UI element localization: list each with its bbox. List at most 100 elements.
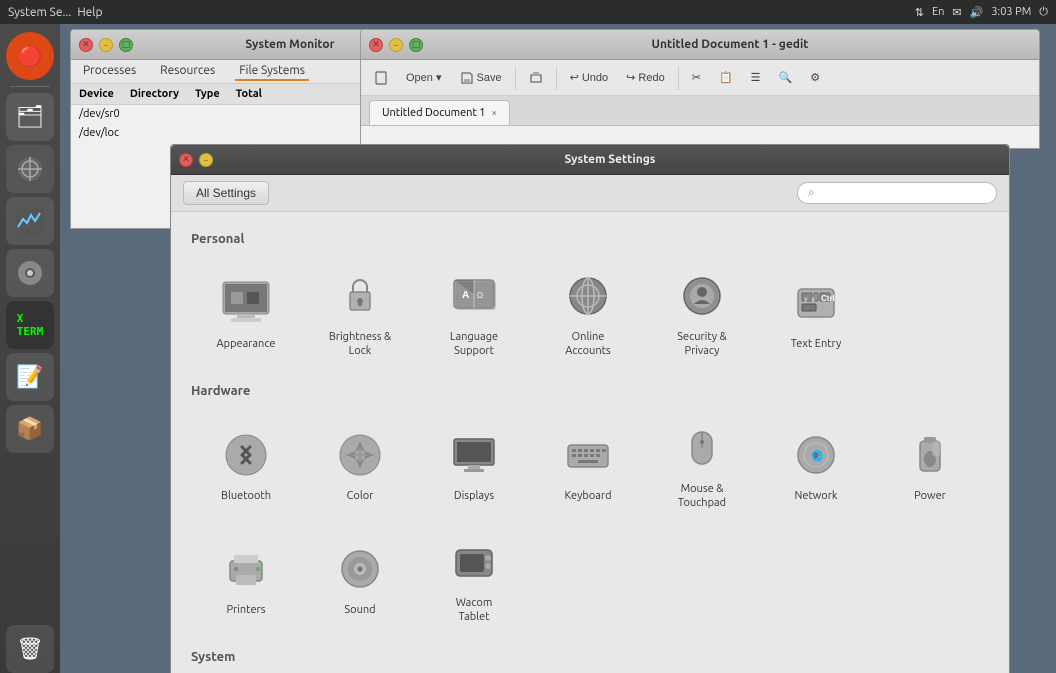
open-button[interactable]: Open ▾ — [399, 67, 449, 88]
printers-item[interactable]: Printers — [191, 524, 301, 634]
trash-icon[interactable]: 🗑 — [6, 625, 54, 673]
archive-icon[interactable]: 📦 — [6, 405, 54, 453]
untitled-tab[interactable]: Untitled Document 1 × — [369, 100, 510, 125]
mouse-touchpad-label: Mouse &Touchpad — [678, 482, 726, 511]
processes-tab[interactable]: Processes — [79, 62, 140, 81]
bluetooth-label: Bluetooth — [221, 489, 271, 503]
wacom-tablet-icon — [446, 534, 502, 590]
ubuntu-logo[interactable]: 🔴 — [6, 32, 54, 80]
clock: 3:03 PM — [991, 6, 1031, 18]
svg-text:Ω: Ω — [477, 291, 483, 300]
appearance-label: Appearance — [217, 337, 276, 351]
network-item[interactable]: 🌐 Network — [761, 410, 871, 520]
settings-button[interactable]: ⚙ — [803, 67, 827, 88]
gedit-toolbar: Open ▾ Save ↩ Undo ↪ Redo ✂ 📋 ☰ 🔍 ⚙ — [361, 60, 1039, 96]
activity-monitor-icon[interactable] — [6, 197, 54, 245]
settings-min-button[interactable]: − — [199, 153, 213, 167]
color-item[interactable]: Color — [305, 410, 415, 520]
hardware-grid: Bluetooth Color — [191, 410, 989, 520]
redo-button[interactable]: ↪ Redo — [619, 67, 672, 88]
taskbar-right: ⇅ En ✉ 🔊 3:03 PM ⏻ — [915, 6, 1048, 19]
search-input[interactable] — [821, 186, 981, 200]
appearance-icon — [218, 275, 274, 331]
taskbar-help-menu[interactable]: Help — [77, 6, 102, 19]
svg-text:A: A — [462, 290, 469, 301]
chrome-icon[interactable] — [6, 249, 54, 297]
gedit-min-button[interactable]: − — [389, 38, 403, 52]
svg-text:y x: y x — [804, 296, 815, 303]
cut-button[interactable]: ✂ — [685, 67, 708, 88]
search-icon: ⌕ — [808, 186, 815, 200]
settings-close-button[interactable]: ✕ — [179, 153, 193, 167]
brightness-lock-label: Brightness &Lock — [329, 330, 391, 359]
language-indicator[interactable]: En — [932, 6, 944, 18]
taskbar-system-menu[interactable]: System Se... — [8, 6, 71, 19]
appearance-item[interactable]: Appearance — [191, 258, 301, 368]
settings-toolbar: All Settings ⌕ — [171, 175, 1009, 212]
gedit-close-button[interactable]: ✕ — [369, 38, 383, 52]
sound-label: Sound — [344, 603, 375, 617]
hardware-section-title: Hardware — [191, 384, 989, 398]
type-col[interactable]: Type — [195, 88, 220, 100]
sidebar-divider-1 — [10, 86, 50, 87]
keyboard-item[interactable]: Keyboard — [533, 410, 643, 520]
bluetooth-icon — [218, 427, 274, 483]
keyboard-indicator[interactable]: ⇅ — [915, 6, 924, 19]
browser-icon[interactable] — [6, 145, 54, 193]
close-button[interactable]: ✕ — [79, 38, 93, 52]
online-accounts-item[interactable]: OnlineAccounts — [533, 258, 643, 368]
undo-button[interactable]: ↩ Undo — [563, 67, 616, 88]
resources-tab[interactable]: Resources — [156, 62, 219, 81]
save-button[interactable]: Save — [453, 67, 509, 89]
gedit-max-button[interactable]: □ — [409, 38, 423, 52]
toolbar-sep-1 — [515, 66, 516, 90]
wacom-tablet-item[interactable]: WacomTablet — [419, 524, 529, 634]
search-box: ⌕ — [797, 182, 997, 204]
mail-indicator[interactable]: ✉ — [952, 6, 961, 19]
toolbar-sep-3 — [678, 66, 679, 90]
settings-title: System Settings — [219, 153, 1001, 166]
mouse-touchpad-item[interactable]: Mouse &Touchpad — [647, 410, 757, 520]
taskbar: System Se... Help ⇅ En ✉ 🔊 3:03 PM ⏻ — [0, 0, 1056, 24]
copy-button[interactable]: 📋 — [712, 67, 740, 88]
security-privacy-item[interactable]: Security &Privacy — [647, 258, 757, 368]
directory-col[interactable]: Directory — [130, 88, 179, 100]
text-entry-item[interactable]: y x Ctrl Text Entry — [761, 258, 871, 368]
online-accounts-label: OnlineAccounts — [565, 330, 610, 359]
power-indicator[interactable]: ⏻ — [1039, 6, 1048, 19]
file-systems-tab[interactable]: File Systems — [235, 62, 309, 81]
toolbar-sep-2 — [556, 66, 557, 90]
unity-sidebar: 🔴 🗂 XTERM 📝 📦 🗑 — [0, 24, 60, 673]
gedit-titlebar: ✕ − □ Untitled Document 1 - gedit — [361, 30, 1039, 60]
desktop: ✕ − □ System Monitor Processes Resources… — [60, 24, 1056, 673]
total-col[interactable]: Total — [236, 88, 262, 100]
settings-titlebar: ✕ − System Settings — [171, 145, 1009, 175]
search-button[interactable]: 🔍 — [772, 67, 800, 88]
minimize-button[interactable]: − — [99, 38, 113, 52]
displays-item[interactable]: Displays — [419, 410, 529, 520]
menu-button[interactable]: ☰ — [744, 67, 768, 88]
volume-indicator[interactable]: 🔊 — [970, 6, 984, 19]
brightness-lock-item[interactable]: Brightness &Lock — [305, 258, 415, 368]
power-label: Power — [914, 489, 946, 503]
language-support-label: LanguageSupport — [450, 330, 498, 359]
keyboard-label: Keyboard — [564, 489, 611, 503]
sound-item[interactable]: Sound — [305, 524, 415, 634]
displays-icon — [446, 427, 502, 483]
maximize-button[interactable]: □ — [119, 38, 133, 52]
notes-icon[interactable]: 📝 — [6, 353, 54, 401]
wacom-tablet-label: WacomTablet — [456, 596, 493, 625]
hardware-grid-2: Printers Sound — [191, 524, 989, 634]
all-settings-button[interactable]: All Settings — [183, 181, 269, 205]
files-icon[interactable]: 🗂 — [6, 93, 54, 141]
bluetooth-item[interactable]: Bluetooth — [191, 410, 301, 520]
new-button[interactable] — [367, 67, 395, 89]
printers-icon — [218, 541, 274, 597]
security-privacy-icon — [674, 268, 730, 324]
power-item[interactable]: Power — [875, 410, 985, 520]
tab-close-button[interactable]: × — [492, 107, 498, 118]
xterm-icon[interactable]: XTERM — [6, 301, 54, 349]
print-button[interactable] — [522, 67, 550, 89]
device-col[interactable]: Device — [79, 88, 114, 100]
language-support-item[interactable]: A Ω LanguageSupport — [419, 258, 529, 368]
